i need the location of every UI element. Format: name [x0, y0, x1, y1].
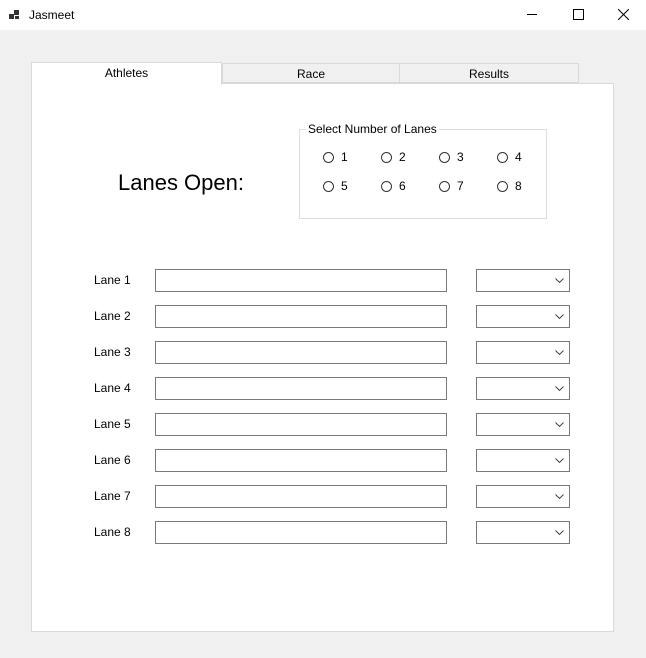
close-icon [618, 9, 629, 20]
minimize-icon [527, 14, 537, 15]
maximize-icon [573, 9, 584, 20]
radio-circle-icon [323, 180, 334, 192]
lane-7-combo[interactable] [476, 485, 570, 508]
lane-count-groupbox [299, 129, 547, 219]
lane-5-combo[interactable] [476, 413, 570, 436]
chevron-down-icon [555, 530, 564, 535]
maximize-button[interactable] [555, 0, 601, 30]
radio-label: 1 [341, 150, 348, 164]
tab-athletes[interactable]: Athletes [31, 62, 222, 85]
chevron-down-icon [555, 458, 564, 463]
radio-circle-icon [323, 151, 334, 163]
lane-2-label: Lane 2 [94, 309, 131, 323]
chevron-down-icon [555, 386, 564, 391]
radio-lanes-8[interactable]: 8 [497, 178, 522, 194]
chevron-down-icon [555, 494, 564, 499]
lane-5-name-input[interactable] [155, 413, 447, 436]
radio-lanes-4[interactable]: 4 [497, 149, 522, 165]
chevron-down-icon [555, 422, 564, 427]
lane-6-combo[interactable] [476, 449, 570, 472]
radio-label: 2 [399, 150, 406, 164]
app-icon [9, 8, 23, 22]
lane-1-label: Lane 1 [94, 273, 131, 287]
lane-8-label: Lane 8 [94, 525, 131, 539]
lane-8-combo[interactable] [476, 521, 570, 544]
lane-6-label: Lane 6 [94, 453, 131, 467]
radio-circle-icon [497, 151, 508, 163]
lane-4-name-input[interactable] [155, 377, 447, 400]
lane-7-label: Lane 7 [94, 489, 131, 503]
chevron-down-icon [555, 350, 564, 355]
radio-circle-icon [381, 151, 392, 163]
radio-label: 7 [457, 179, 464, 193]
lane-2-name-input[interactable] [155, 305, 447, 328]
radio-lanes-7[interactable]: 7 [439, 178, 464, 194]
radio-label: 5 [341, 179, 348, 193]
lane-3-name-input[interactable] [155, 341, 447, 364]
radio-label: 4 [515, 150, 522, 164]
radio-label: 3 [457, 150, 464, 164]
radio-circle-icon [439, 151, 450, 163]
lane-6-name-input[interactable] [155, 449, 447, 472]
minimize-button[interactable] [509, 0, 555, 30]
radio-lanes-5[interactable]: 5 [323, 178, 348, 194]
lane-1-combo[interactable] [476, 269, 570, 292]
lane-1-name-input[interactable] [155, 269, 447, 292]
radio-lanes-1[interactable]: 1 [323, 149, 348, 165]
lane-3-label: Lane 3 [94, 345, 131, 359]
chevron-down-icon [555, 278, 564, 283]
radio-circle-icon [381, 180, 392, 192]
lane-2-combo[interactable] [476, 305, 570, 328]
radio-circle-icon [439, 180, 450, 192]
lanes-open-label: Lanes Open: [118, 170, 244, 195]
radio-lanes-2[interactable]: 2 [381, 149, 406, 165]
lane-count-legend: Select Number of Lanes [306, 122, 439, 136]
radio-label: 8 [515, 179, 522, 193]
chevron-down-icon [555, 314, 564, 319]
lane-5-label: Lane 5 [94, 417, 131, 431]
radio-lanes-3[interactable]: 3 [439, 149, 464, 165]
lane-4-combo[interactable] [476, 377, 570, 400]
lane-8-name-input[interactable] [155, 521, 447, 544]
window-title: Jasmeet [29, 8, 75, 22]
tab-results[interactable]: Results [399, 63, 579, 83]
title-bar: Jasmeet [0, 0, 646, 30]
lane-7-name-input[interactable] [155, 485, 447, 508]
lane-4-label: Lane 4 [94, 381, 131, 395]
lane-3-combo[interactable] [476, 341, 570, 364]
radio-circle-icon [497, 180, 508, 192]
tab-race[interactable]: Race [222, 63, 400, 83]
radio-label: 6 [399, 179, 406, 193]
close-button[interactable] [600, 0, 646, 30]
radio-lanes-6[interactable]: 6 [381, 178, 406, 194]
